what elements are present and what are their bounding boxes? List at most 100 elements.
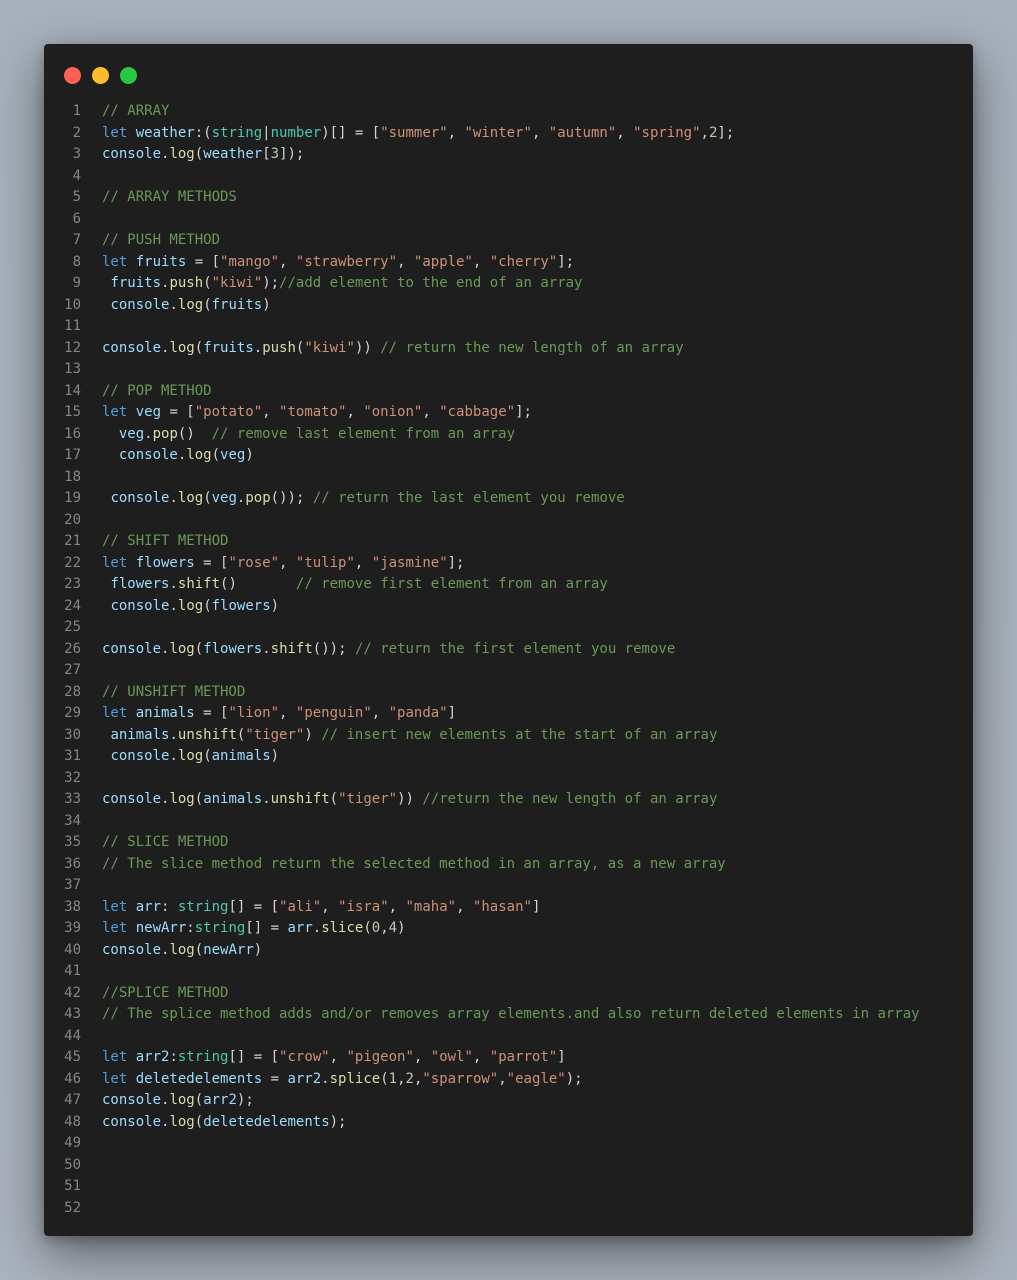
code-token: "maha" <box>405 898 457 915</box>
code-token: string <box>211 124 263 141</box>
code-token: . <box>169 490 178 506</box>
line-number: 39 <box>64 920 81 936</box>
code-token: flowers <box>211 597 271 614</box>
code-token: , <box>354 554 372 571</box>
line-number: 7 <box>72 232 81 248</box>
code-token: "tiger" <box>245 726 305 743</box>
code-editor[interactable]: 1// ARRAY 2 let weather:(string|number)[] … <box>44 101 973 1219</box>
code-token: . <box>144 425 153 442</box>
line-code: console.log(animals.unshift("tiger")) //… <box>102 789 717 811</box>
code-token: ( <box>211 447 221 463</box>
code-token: flowers <box>110 576 170 592</box>
line-number: 3 <box>72 146 81 162</box>
code-token: log <box>169 640 195 657</box>
code-token: "rose" <box>228 554 280 571</box>
line-code: // SLICE METHOD <box>102 832 228 854</box>
code-token: // return the new length of an array <box>371 339 684 356</box>
code-token: ); <box>262 275 280 291</box>
code-token: , <box>329 1049 347 1065</box>
close-button[interactable] <box>64 67 81 84</box>
line-code: fruits.push("kiwi");//add element to the… <box>102 273 582 295</box>
code-token: // ARRAY <box>102 103 170 119</box>
code-token: fruits <box>135 253 187 270</box>
code-token: let <box>102 1049 136 1065</box>
code-token: ] <box>557 1049 566 1065</box>
code-token: "winter" <box>464 124 532 141</box>
code-token: ] <box>531 898 541 915</box>
code-token: )) <box>354 339 372 356</box>
code-token: "pigeon" <box>346 1049 414 1065</box>
code-token: , <box>397 253 414 270</box>
line-code: console.log(fruits.push("kiwi")) // retu… <box>102 338 684 360</box>
zoom-button[interactable] <box>120 67 137 84</box>
code-token: //SPLICE METHOD <box>102 984 229 1001</box>
code-line: 29 let animals = ["lion", "penguin", "pan… <box>44 703 973 725</box>
code-token: "onion" <box>363 404 423 420</box>
line-number: 26 <box>64 640 81 657</box>
code-token: // ARRAY METHODS <box>102 189 237 205</box>
code-token: let <box>102 1070 136 1087</box>
code-token: log <box>169 791 195 807</box>
code-token: , <box>531 124 549 141</box>
code-token: // The splice method adds and/or removes… <box>102 1006 920 1022</box>
code-token: // SLICE METHOD <box>102 834 229 850</box>
code-token: console <box>102 791 162 807</box>
code-token: [] = <box>245 920 288 936</box>
line-number: 47 <box>64 1092 81 1108</box>
code-token: , <box>413 1049 431 1065</box>
code-token: ( <box>194 1113 204 1130</box>
code-token: "penguin" <box>295 705 372 721</box>
code-line: 52 <box>44 1198 973 1220</box>
code-token: :( <box>194 124 212 141</box>
line-number: 49 <box>64 1135 81 1151</box>
code-token: animals <box>110 726 170 743</box>
line-code: // The slice method return the selected … <box>102 854 726 876</box>
code-token: "eagle" <box>506 1070 566 1087</box>
code-token: veg <box>118 425 145 442</box>
line-number: 18 <box>64 468 81 485</box>
code-token: pop <box>152 425 178 442</box>
code-token: , <box>380 920 389 936</box>
line-number: 37 <box>64 877 81 893</box>
code-token: "cabbage" <box>439 404 516 420</box>
code-token: // return the last element you remove <box>312 490 625 506</box>
line-code: console.log(veg) <box>102 445 254 467</box>
code-token: weather <box>203 146 263 162</box>
code-token: ( <box>203 748 212 764</box>
code-token: : <box>169 1049 178 1065</box>
code-token: "kiwi" <box>211 275 263 291</box>
line-number: 32 <box>64 769 81 786</box>
code-token: | <box>262 124 271 141</box>
code-token: fruits <box>110 275 162 291</box>
code-token: newArr <box>135 920 187 936</box>
code-token: // POP METHOD <box>102 382 212 399</box>
code-token: console <box>102 640 162 657</box>
code-token: "strawberry" <box>295 253 398 270</box>
code-token: , <box>447 124 465 141</box>
code-line: 44 <box>44 1026 973 1048</box>
line-code: flowers.shift() // remove first element … <box>102 574 607 596</box>
code-token: // The slice method return the selected … <box>102 855 726 872</box>
code-token: . <box>169 748 178 764</box>
line-number: 52 <box>64 1199 81 1216</box>
code-token: splice <box>329 1070 381 1087</box>
line-number: 46 <box>64 1070 81 1087</box>
code-line: 26 console.log(flowers.shift()); // retur… <box>44 639 973 661</box>
code-token: "tomato" <box>279 404 347 420</box>
line-number: 48 <box>64 1113 81 1130</box>
code-token: "panda" <box>388 705 448 721</box>
code-token: pop <box>245 490 271 506</box>
window-controls <box>64 67 137 84</box>
code-token: deletedelements <box>135 1070 263 1087</box>
code-token: animals <box>211 748 271 764</box>
code-token: ); <box>236 1092 254 1108</box>
line-number: 42 <box>64 984 81 1001</box>
code-token: ( <box>363 920 372 936</box>
code-token: let <box>102 253 136 270</box>
code-token: ]); <box>279 146 305 162</box>
minimize-button[interactable] <box>92 67 109 84</box>
code-token: 0 <box>371 920 381 936</box>
code-token: = [ <box>186 253 221 270</box>
code-line: 30 animals.unshift("tiger") // insert ne… <box>44 725 973 747</box>
code-token: , <box>616 124 634 141</box>
